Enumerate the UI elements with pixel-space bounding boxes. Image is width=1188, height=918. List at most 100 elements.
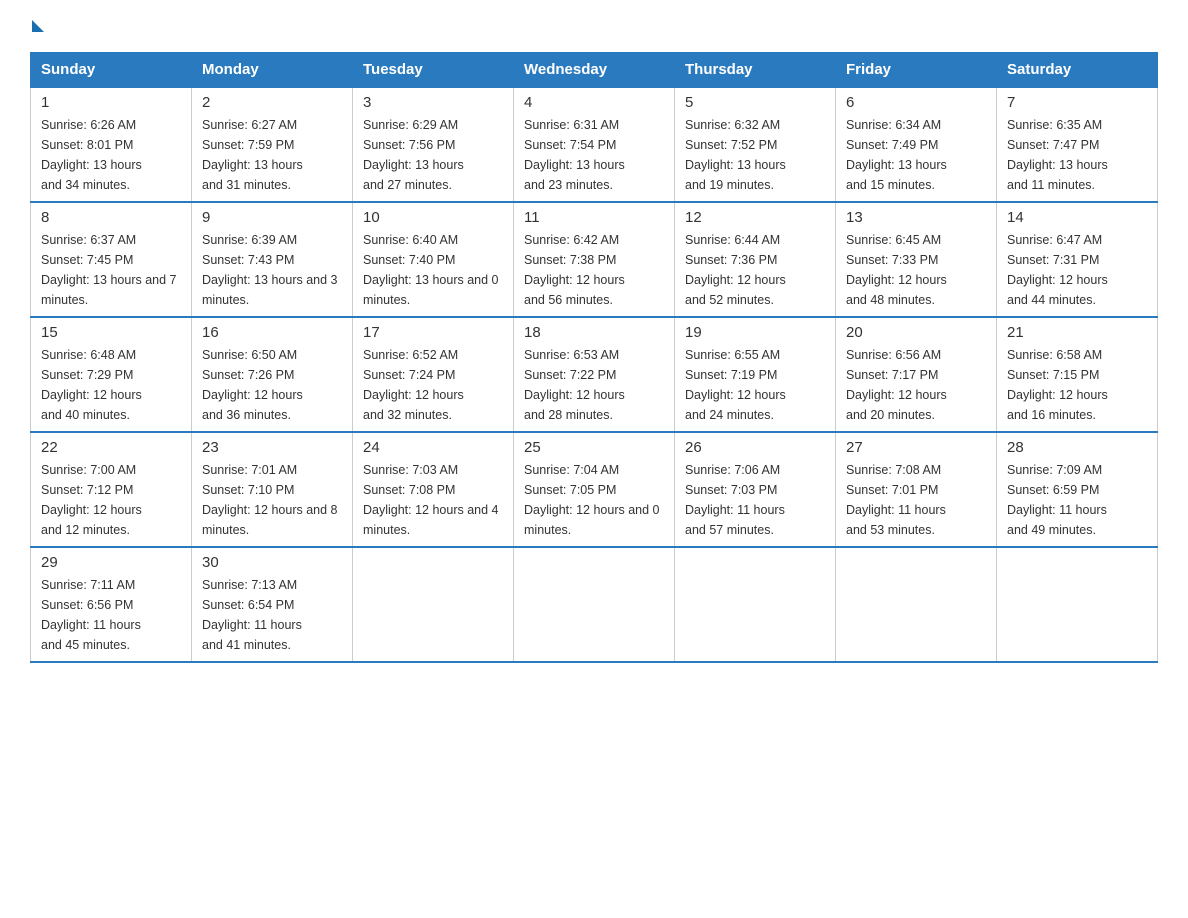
- day-info: Sunrise: 6:53 AMSunset: 7:22 PMDaylight:…: [524, 345, 664, 425]
- day-number: 26: [685, 439, 825, 456]
- calendar-cell: 6Sunrise: 6:34 AMSunset: 7:49 PMDaylight…: [836, 87, 997, 202]
- day-info: Sunrise: 7:01 AMSunset: 7:10 PMDaylight:…: [202, 460, 342, 540]
- day-info: Sunrise: 7:13 AMSunset: 6:54 PMDaylight:…: [202, 575, 342, 655]
- calendar-cell: 24Sunrise: 7:03 AMSunset: 7:08 PMDayligh…: [353, 432, 514, 547]
- day-info: Sunrise: 6:34 AMSunset: 7:49 PMDaylight:…: [846, 115, 986, 195]
- day-number: 3: [363, 94, 503, 111]
- calendar-cell: 5 Sunrise: 6:32 AMSunset: 7:52 PMDaylight…: [675, 87, 836, 202]
- day-number: 20: [846, 324, 986, 341]
- calendar-cell: 26 Sunrise: 7:06 AMSunset: 7:03 PMDayligh…: [675, 432, 836, 547]
- calendar-cell: 25 Sunrise: 7:04 AMSunset: 7:05 PMDayligh…: [514, 432, 675, 547]
- day-number: 14: [1007, 209, 1147, 226]
- header-tuesday: Tuesday: [353, 53, 514, 88]
- calendar-cell: 16Sunrise: 6:50 AMSunset: 7:26 PMDayligh…: [192, 317, 353, 432]
- day-number: 25: [524, 439, 664, 456]
- day-number: 28: [1007, 439, 1147, 456]
- day-number: 13: [846, 209, 986, 226]
- day-number: 1: [41, 94, 181, 111]
- calendar-cell: 14Sunrise: 6:47 AMSunset: 7:31 PMDayligh…: [997, 202, 1158, 317]
- header-saturday: Saturday: [997, 53, 1158, 88]
- day-info: Sunrise: 6:40 AMSunset: 7:40 PMDaylight:…: [363, 230, 503, 310]
- day-number: 9: [202, 209, 342, 226]
- calendar-cell: 17Sunrise: 6:52 AMSunset: 7:24 PMDayligh…: [353, 317, 514, 432]
- header-monday: Monday: [192, 53, 353, 88]
- calendar-cell: 7Sunrise: 6:35 AMSunset: 7:47 PMDaylight…: [997, 87, 1158, 202]
- calendar-week-row: 15 Sunrise: 6:48 AMSunset: 7:29 PMDayligh…: [31, 317, 1158, 432]
- day-number: 23: [202, 439, 342, 456]
- calendar-cell: 15 Sunrise: 6:48 AMSunset: 7:29 PMDayligh…: [31, 317, 192, 432]
- calendar-cell: 8 Sunrise: 6:37 AMSunset: 7:45 PMDaylight…: [31, 202, 192, 317]
- calendar-cell: 23 Sunrise: 7:01 AMSunset: 7:10 PMDayligh…: [192, 432, 353, 547]
- day-info: Sunrise: 7:09 AMSunset: 6:59 PMDaylight:…: [1007, 460, 1147, 540]
- day-number: 24: [363, 439, 503, 456]
- day-info: Sunrise: 6:48 AMSunset: 7:29 PMDaylight:…: [41, 345, 181, 425]
- day-info: Sunrise: 7:06 AMSunset: 7:03 PMDaylight:…: [685, 460, 825, 540]
- calendar-cell: 30 Sunrise: 7:13 AMSunset: 6:54 PMDayligh…: [192, 547, 353, 662]
- day-info: Sunrise: 6:56 AMSunset: 7:17 PMDaylight:…: [846, 345, 986, 425]
- day-number: 5: [685, 94, 825, 111]
- day-info: Sunrise: 6:58 AMSunset: 7:15 PMDaylight:…: [1007, 345, 1147, 425]
- calendar-cell: 29 Sunrise: 7:11 AMSunset: 6:56 PMDayligh…: [31, 547, 192, 662]
- day-number: 19: [685, 324, 825, 341]
- day-number: 18: [524, 324, 664, 341]
- calendar-cell: 19 Sunrise: 6:55 AMSunset: 7:19 PMDayligh…: [675, 317, 836, 432]
- day-number: 7: [1007, 94, 1147, 111]
- day-info: Sunrise: 6:26 AMSunset: 8:01 PMDaylight:…: [41, 115, 181, 195]
- calendar-cell: [997, 547, 1158, 662]
- day-info: Sunrise: 6:39 AMSunset: 7:43 PMDaylight:…: [202, 230, 342, 310]
- day-info: Sunrise: 7:00 AMSunset: 7:12 PMDaylight:…: [41, 460, 181, 540]
- logo: [30, 20, 44, 32]
- header-thursday: Thursday: [675, 53, 836, 88]
- day-number: 8: [41, 209, 181, 226]
- day-info: Sunrise: 6:55 AMSunset: 7:19 PMDaylight:…: [685, 345, 825, 425]
- day-info: Sunrise: 6:45 AMSunset: 7:33 PMDaylight:…: [846, 230, 986, 310]
- day-info: Sunrise: 6:31 AMSunset: 7:54 PMDaylight:…: [524, 115, 664, 195]
- day-info: Sunrise: 6:27 AMSunset: 7:59 PMDaylight:…: [202, 115, 342, 195]
- day-info: Sunrise: 7:11 AMSunset: 6:56 PMDaylight:…: [41, 575, 181, 655]
- calendar-cell: 4 Sunrise: 6:31 AMSunset: 7:54 PMDaylight…: [514, 87, 675, 202]
- day-number: 10: [363, 209, 503, 226]
- day-info: Sunrise: 7:04 AMSunset: 7:05 PMDaylight:…: [524, 460, 664, 540]
- day-info: Sunrise: 6:42 AMSunset: 7:38 PMDaylight:…: [524, 230, 664, 310]
- calendar-cell: 9 Sunrise: 6:39 AMSunset: 7:43 PMDaylight…: [192, 202, 353, 317]
- header-friday: Friday: [836, 53, 997, 88]
- day-info: Sunrise: 6:29 AMSunset: 7:56 PMDaylight:…: [363, 115, 503, 195]
- calendar-week-row: 8 Sunrise: 6:37 AMSunset: 7:45 PMDaylight…: [31, 202, 1158, 317]
- calendar-cell: 11Sunrise: 6:42 AMSunset: 7:38 PMDayligh…: [514, 202, 675, 317]
- page-header: [30, 20, 1158, 32]
- header-sunday: Sunday: [31, 53, 192, 88]
- day-info: Sunrise: 6:32 AMSunset: 7:52 PMDaylight:…: [685, 115, 825, 195]
- day-info: Sunrise: 6:44 AMSunset: 7:36 PMDaylight:…: [685, 230, 825, 310]
- day-number: 16: [202, 324, 342, 341]
- day-number: 29: [41, 554, 181, 571]
- day-info: Sunrise: 6:37 AMSunset: 7:45 PMDaylight:…: [41, 230, 181, 310]
- calendar-cell: [353, 547, 514, 662]
- calendar-cell: 27 Sunrise: 7:08 AMSunset: 7:01 PMDayligh…: [836, 432, 997, 547]
- day-info: Sunrise: 7:08 AMSunset: 7:01 PMDaylight:…: [846, 460, 986, 540]
- calendar-week-row: 22 Sunrise: 7:00 AMSunset: 7:12 PMDayligh…: [31, 432, 1158, 547]
- calendar-cell: [514, 547, 675, 662]
- calendar-cell: 1 Sunrise: 6:26 AMSunset: 8:01 PMDaylight…: [31, 87, 192, 202]
- calendar-cell: 10 Sunrise: 6:40 AMSunset: 7:40 PMDayligh…: [353, 202, 514, 317]
- calendar-cell: 2 Sunrise: 6:27 AMSunset: 7:59 PMDaylight…: [192, 87, 353, 202]
- calendar-cell: 3 Sunrise: 6:29 AMSunset: 7:56 PMDaylight…: [353, 87, 514, 202]
- day-number: 12: [685, 209, 825, 226]
- day-number: 22: [41, 439, 181, 456]
- calendar-cell: 28 Sunrise: 7:09 AMSunset: 6:59 PMDayligh…: [997, 432, 1158, 547]
- logo-triangle-icon: [32, 20, 44, 32]
- calendar-cell: 20 Sunrise: 6:56 AMSunset: 7:17 PMDayligh…: [836, 317, 997, 432]
- day-number: 2: [202, 94, 342, 111]
- day-number: 27: [846, 439, 986, 456]
- calendar-table: SundayMondayTuesdayWednesdayThursdayFrid…: [30, 52, 1158, 663]
- day-number: 15: [41, 324, 181, 341]
- calendar-cell: [836, 547, 997, 662]
- calendar-week-row: 29 Sunrise: 7:11 AMSunset: 6:56 PMDayligh…: [31, 547, 1158, 662]
- calendar-cell: 12 Sunrise: 6:44 AMSunset: 7:36 PMDayligh…: [675, 202, 836, 317]
- calendar-cell: 13 Sunrise: 6:45 AMSunset: 7:33 PMDayligh…: [836, 202, 997, 317]
- day-number: 30: [202, 554, 342, 571]
- day-info: Sunrise: 6:52 AMSunset: 7:24 PMDaylight:…: [363, 345, 503, 425]
- calendar-cell: [675, 547, 836, 662]
- calendar-header-row: SundayMondayTuesdayWednesdayThursdayFrid…: [31, 53, 1158, 88]
- day-number: 4: [524, 94, 664, 111]
- calendar-week-row: 1 Sunrise: 6:26 AMSunset: 8:01 PMDaylight…: [31, 87, 1158, 202]
